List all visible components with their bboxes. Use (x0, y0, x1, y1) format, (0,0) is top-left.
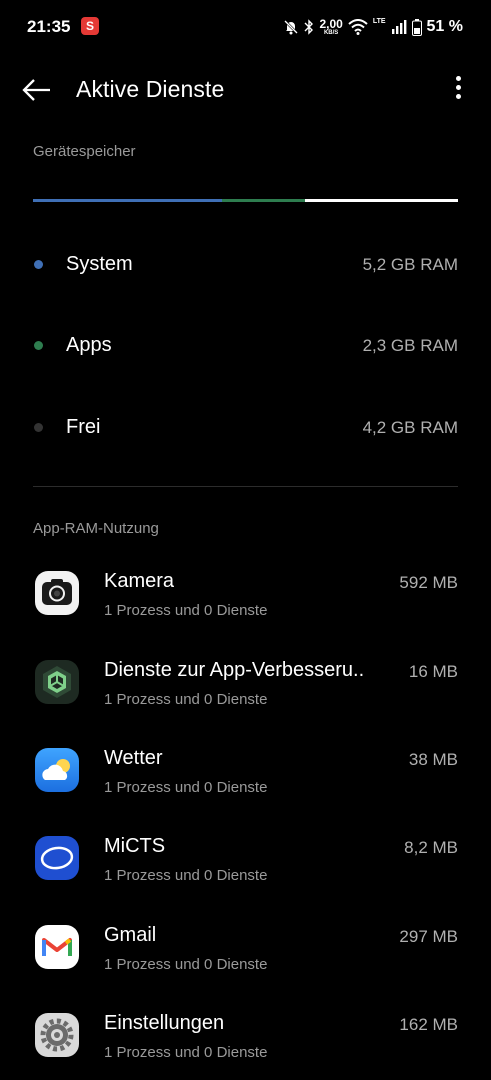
app-name: Einstellungen (104, 1012, 225, 1034)
network-speed-value: 2,00 (319, 17, 343, 31)
app-ram-size: 8,2 MB (404, 838, 458, 857)
lte-label: LTE (372, 17, 386, 25)
silent-bell-icon (284, 20, 299, 35)
legend-label: Apps (66, 334, 112, 356)
legend-dot-free (34, 423, 43, 432)
memory-usage-bar (33, 199, 458, 202)
app-bar: Aktive Dienste (0, 60, 491, 122)
settings-gear-icon (35, 1013, 79, 1057)
memory-bar-segment-system (33, 199, 222, 202)
app-process-info: 1 Prozess und 0 Dienste (104, 1044, 268, 1061)
app-name: Gmail (104, 924, 157, 946)
memory-bar-segment-free (305, 199, 458, 202)
app-process-info: 1 Prozess und 0 Dienste (104, 867, 268, 884)
section-divider (33, 486, 458, 487)
legend-dot-apps (34, 341, 43, 350)
gmail-icon (35, 925, 79, 969)
app-process-info: 1 Prozess und 0 Dienste (104, 602, 268, 619)
status-icons: 2,00 KB/S LTE 51 % (283, 15, 463, 39)
micts-icon (35, 836, 79, 880)
arrow-left-icon (22, 79, 50, 101)
notification-app-icon: S (81, 17, 99, 35)
network-speed-unit: KB/S (323, 30, 339, 36)
app-name: Wetter (104, 747, 163, 769)
app-improvement-icon (35, 660, 79, 704)
legend-value: 2,3 GB RAM (362, 336, 458, 355)
app-row-einstellungen[interactable]: Einstellungen 1 Prozess und 0 Dienste 16… (0, 1003, 491, 1080)
legend-label: Frei (66, 416, 101, 438)
app-name: Dienste zur App-Verbesseru.. (104, 659, 365, 681)
app-name: Kamera (104, 570, 175, 592)
legend-label: System (66, 253, 133, 275)
memory-bar-segment-apps (221, 199, 306, 202)
app-ram-usage-header: App-RAM-Nutzung (33, 520, 159, 537)
app-row-wetter[interactable]: Wetter 1 Prozess und 0 Dienste 38 MB (0, 738, 491, 826)
bluetooth-icon (304, 19, 314, 35)
app-row-app-improvement[interactable]: Dienste zur App-Verbesseru.. 1 Prozess u… (0, 650, 491, 738)
battery-percent: 51 % (426, 18, 463, 35)
device-memory-header: Gerätespeicher (33, 143, 136, 160)
more-options-button[interactable] (451, 76, 465, 106)
legend-row-system: System 5,2 GB RAM (0, 234, 491, 294)
app-ram-size: 16 MB (408, 662, 458, 681)
app-process-info: 1 Prozess und 0 Dienste (104, 956, 268, 973)
signal-icon (391, 20, 406, 34)
status-bar: 21:35 S 2,00 KB/S LTE 51 % (0, 0, 491, 56)
app-row-micts[interactable]: MiCTS 1 Prozess und 0 Dienste 8,2 MB (0, 826, 491, 914)
legend-value: 5,2 GB RAM (362, 255, 458, 274)
app-row-gmail[interactable]: Gmail 1 Prozess und 0 Dienste 297 MB (0, 915, 491, 1003)
app-process-info: 1 Prozess und 0 Dienste (104, 691, 268, 708)
legend-dot-system (34, 260, 43, 269)
status-time: 21:35 (27, 17, 71, 36)
wifi-icon (348, 19, 368, 35)
battery-icon (411, 18, 422, 36)
app-process-info: 1 Prozess und 0 Dienste (104, 779, 268, 796)
app-ram-size: 162 MB (399, 1015, 458, 1034)
page-title: Aktive Dienste (76, 76, 225, 102)
app-name: MiCTS (104, 835, 166, 857)
network-speed: 2,00 KB/S (319, 18, 342, 36)
app-ram-size: 38 MB (408, 750, 458, 769)
more-vert-icon (451, 76, 465, 99)
legend-value: 4,2 GB RAM (362, 418, 458, 437)
camera-icon (35, 571, 79, 615)
back-button[interactable] (20, 74, 56, 106)
app-row-kamera[interactable]: Kamera 1 Prozess und 0 Dienste 592 MB (0, 561, 491, 649)
app-ram-size: 592 MB (399, 573, 458, 592)
legend-row-apps: Apps 2,3 GB RAM (0, 315, 491, 375)
weather-icon (35, 748, 79, 792)
legend-row-free: Frei 4,2 GB RAM (0, 397, 491, 457)
app-ram-size: 297 MB (399, 927, 458, 946)
